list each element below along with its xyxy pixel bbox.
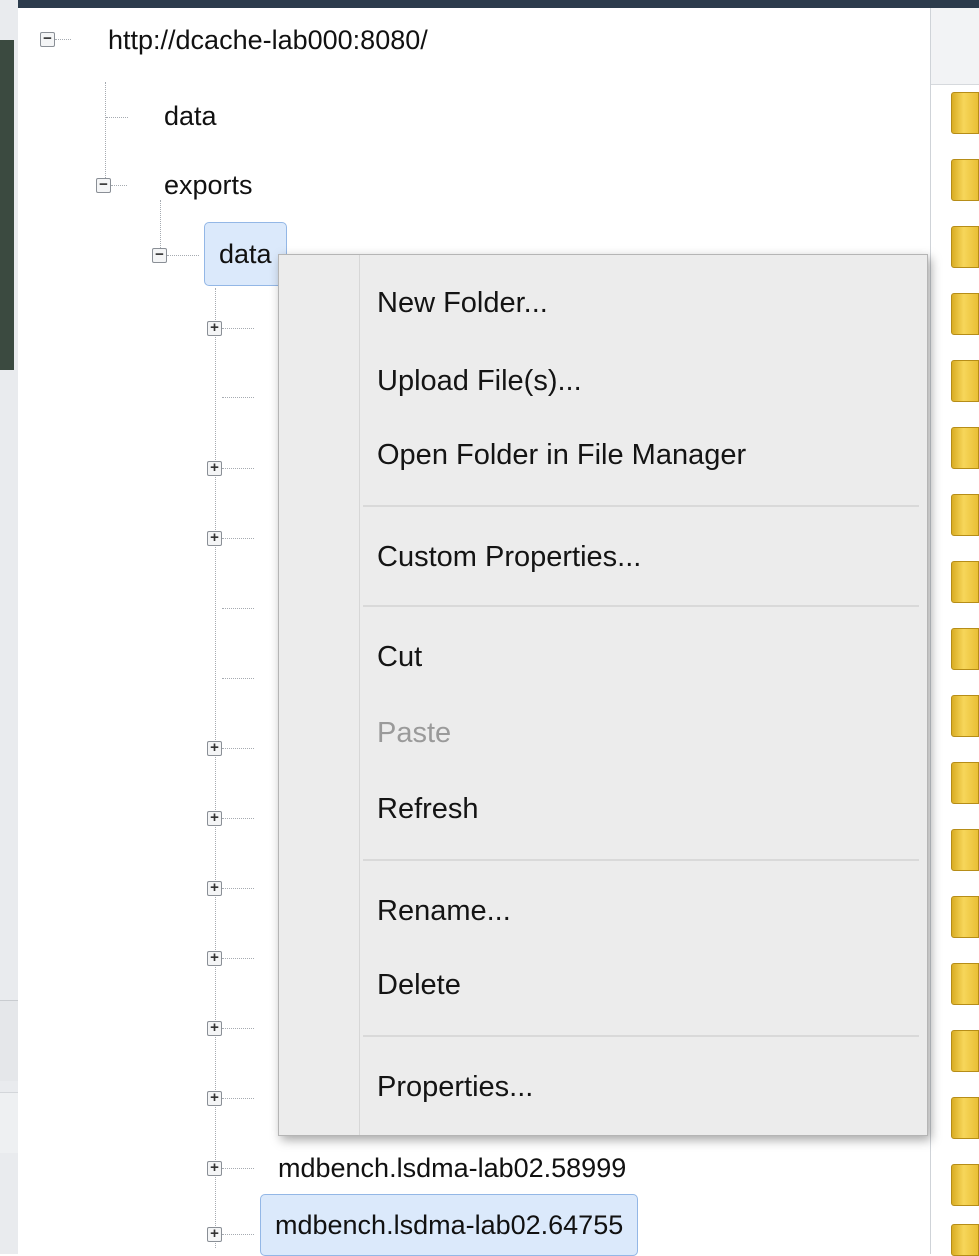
folder-icon[interactable] (951, 695, 979, 737)
tree-node-mdbench-64755[interactable]: mdbench.lsdma-lab02.64755 (260, 1194, 639, 1256)
folder-icon[interactable] (951, 1030, 979, 1072)
expand-icon[interactable]: + (207, 1226, 222, 1242)
expand-icon[interactable]: + (207, 740, 222, 756)
tree-connector (222, 1028, 254, 1029)
menu-item-paste: Paste (377, 717, 452, 749)
tree-connector (222, 748, 254, 749)
menu-separator (363, 1035, 919, 1037)
tree-node-data-selected[interactable]: data (204, 222, 287, 286)
folder-icon[interactable] (951, 829, 979, 871)
tree-node-root[interactable]: http://dcache-lab000:8080/ (108, 20, 428, 60)
tree-connector (111, 185, 127, 186)
file-list-header (931, 8, 979, 85)
tree-node-data[interactable]: data (164, 96, 217, 136)
expand-icon[interactable]: + (207, 1090, 222, 1106)
folder-icon[interactable] (951, 762, 979, 804)
tree-node-mdbench-58999[interactable]: mdbench.lsdma-lab02.58999 (278, 1148, 626, 1188)
tree-connector (222, 678, 254, 679)
expand-icon[interactable]: + (207, 810, 222, 826)
tree-connector (222, 397, 254, 398)
menu-separator (363, 859, 919, 861)
tree-connector (222, 328, 254, 329)
folder-icon[interactable] (951, 896, 979, 938)
collapse-icon[interactable]: − (40, 31, 55, 47)
expand-icon[interactable]: + (207, 1160, 222, 1176)
folder-icon[interactable] (951, 360, 979, 402)
tree-connector (160, 200, 161, 250)
folder-icon[interactable] (951, 628, 979, 670)
tree-connector (222, 1168, 254, 1169)
expand-icon[interactable]: + (207, 460, 222, 476)
background-window-image (0, 40, 14, 370)
tree-connector (222, 1234, 254, 1235)
menu-item-upload-files[interactable]: Upload File(s)... (377, 361, 582, 401)
expand-icon[interactable]: + (207, 950, 222, 966)
folder-icon[interactable] (951, 159, 979, 201)
file-list-pane[interactable] (931, 8, 979, 1256)
folder-icon[interactable] (951, 494, 979, 536)
tree-connector (105, 82, 106, 182)
tree-connector (222, 538, 254, 539)
tree-connector (222, 1098, 254, 1099)
tree-connector (222, 958, 254, 959)
menu-item-open-in-file-manager[interactable]: Open Folder in File Manager (377, 435, 746, 475)
folder-icon[interactable] (951, 92, 979, 134)
menu-icon-gutter (359, 255, 360, 1135)
tree-connector (222, 888, 254, 889)
background-window-titlebar (0, 0, 979, 8)
context-menu[interactable]: New Folder... Upload File(s)... Open Fol… (278, 254, 928, 1136)
folder-icon[interactable] (951, 963, 979, 1005)
folder-icon[interactable] (951, 1224, 979, 1256)
tree-connector (106, 117, 128, 118)
folder-icon[interactable] (951, 427, 979, 469)
tree-connector (222, 468, 254, 469)
menu-separator (363, 505, 919, 507)
menu-item-delete[interactable]: Delete (377, 965, 461, 1005)
expand-icon[interactable]: + (207, 1020, 222, 1036)
tree-connector (167, 255, 199, 256)
menu-item-properties[interactable]: Properties... (377, 1067, 533, 1107)
menu-item-new-folder[interactable]: New Folder... (377, 283, 548, 323)
menu-item-custom-properties[interactable]: Custom Properties... (377, 537, 641, 577)
tree-node-exports[interactable]: exports (164, 165, 253, 205)
folder-icon[interactable] (951, 293, 979, 335)
menu-item-rename[interactable]: Rename... (377, 891, 511, 931)
folder-icon[interactable] (951, 226, 979, 268)
folder-icon[interactable] (951, 561, 979, 603)
menu-item-refresh[interactable]: Refresh (377, 789, 479, 829)
folder-icon[interactable] (951, 1097, 979, 1139)
collapse-icon[interactable]: − (152, 247, 167, 263)
folder-icon[interactable] (951, 1164, 979, 1206)
expand-icon[interactable]: + (207, 320, 222, 336)
tree-connector (222, 608, 254, 609)
menu-separator (363, 605, 919, 607)
expand-icon[interactable]: + (207, 880, 222, 896)
tree-connector (55, 39, 71, 40)
tree-connector (222, 818, 254, 819)
menu-item-cut[interactable]: Cut (377, 637, 422, 677)
expand-icon[interactable]: + (207, 530, 222, 546)
collapse-icon[interactable]: − (96, 177, 111, 193)
